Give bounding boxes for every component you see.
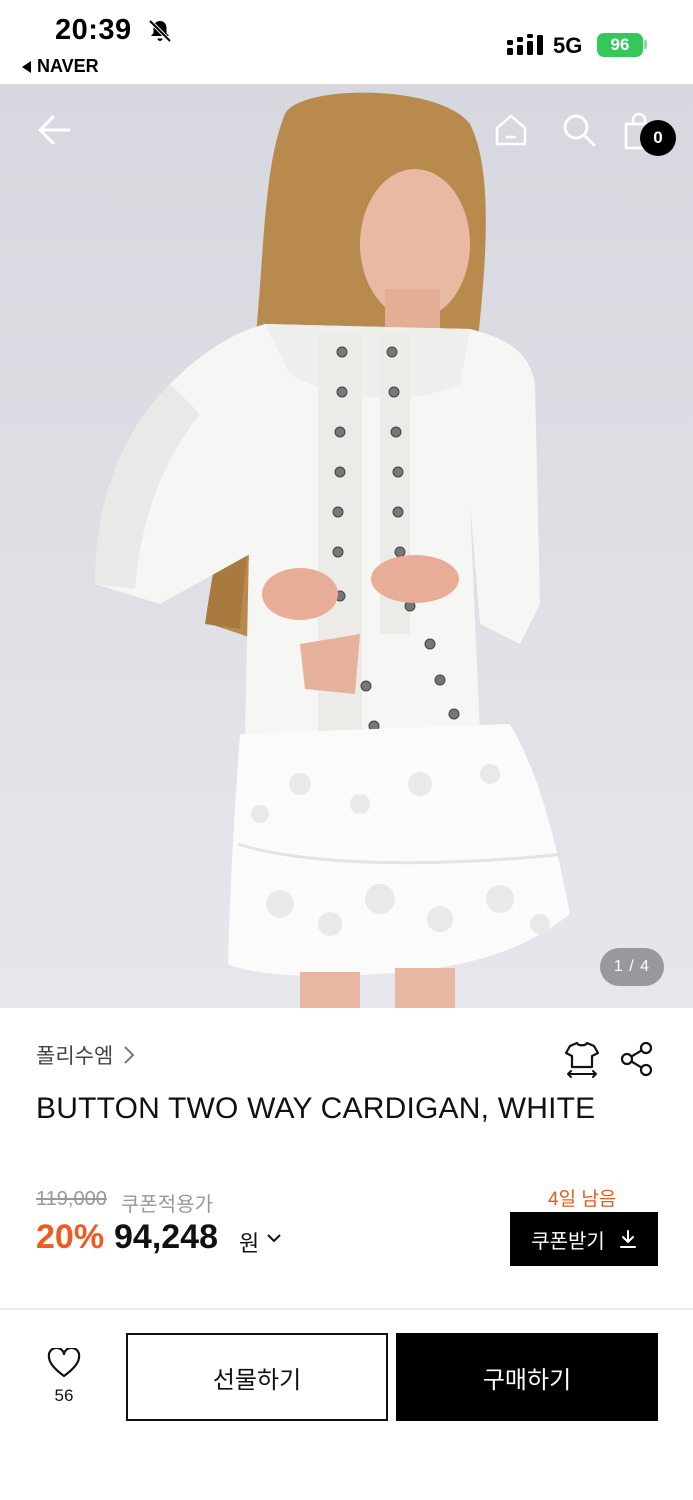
back-triangle-icon: [22, 60, 31, 73]
search-icon: [563, 114, 596, 147]
brand-link[interactable]: 폴리수엠: [36, 1040, 137, 1070]
like-button[interactable]: 56: [36, 1348, 92, 1412]
tshirt-size-icon[interactable]: [562, 1040, 602, 1080]
buy-button-label: 구매하기: [482, 1366, 572, 1394]
coupon-days-left: 4일 남음: [548, 1189, 617, 1210]
arrow-left-icon: [38, 115, 71, 145]
product-image-carousel[interactable]: 0 1 / 4: [0, 84, 693, 1008]
get-coupon-label: 쿠폰받기: [531, 1230, 605, 1253]
original-price: 119,000: [36, 1188, 107, 1210]
network-type: 5G: [553, 33, 583, 58]
signal-icon: [507, 34, 543, 55]
back-button[interactable]: [28, 108, 80, 152]
gift-button-label: 선물하기: [212, 1366, 302, 1394]
like-count: 56: [54, 1386, 74, 1405]
gift-button[interactable]: 선물하기: [126, 1333, 388, 1421]
battery-nub: [644, 40, 647, 49]
home-button[interactable]: [488, 108, 534, 152]
chevron-down-icon[interactable]: [266, 1232, 282, 1244]
back-to-app-link[interactable]: NAVER: [22, 56, 99, 77]
home-icon: [495, 114, 527, 146]
product-photo: [95, 92, 570, 1008]
download-icon: [619, 1230, 636, 1248]
divider: [0, 1308, 693, 1310]
search-button[interactable]: [556, 108, 602, 152]
bell-slash-icon: [148, 19, 172, 43]
coupon-applied-label: 쿠폰적용가: [121, 1194, 213, 1216]
discount-rate: 20%: [36, 1218, 105, 1256]
get-coupon-button[interactable]: 쿠폰받기: [510, 1212, 658, 1266]
image-pager: 1 / 4: [600, 948, 664, 986]
cart-count-badge: 0: [640, 120, 676, 156]
share-icon[interactable]: [618, 1040, 656, 1078]
battery-indicator: 96: [597, 33, 643, 57]
status-bar: 20:39 NAVER 5G 96: [0, 0, 693, 84]
buy-button[interactable]: 구매하기: [396, 1333, 658, 1421]
heart-icon: [47, 1348, 81, 1378]
back-app-label: NAVER: [37, 56, 99, 76]
sale-price: 94,248: [114, 1218, 218, 1256]
battery-level: 96: [610, 35, 630, 54]
product-title: BUTTON TWO WAY CARDIGAN, WHITE: [36, 1092, 596, 1125]
chevron-right-icon: [124, 1046, 135, 1064]
status-time: 20:39: [55, 14, 132, 46]
currency-label: 원: [239, 1231, 260, 1256]
brand-name: 폴리수엠: [36, 1045, 114, 1068]
